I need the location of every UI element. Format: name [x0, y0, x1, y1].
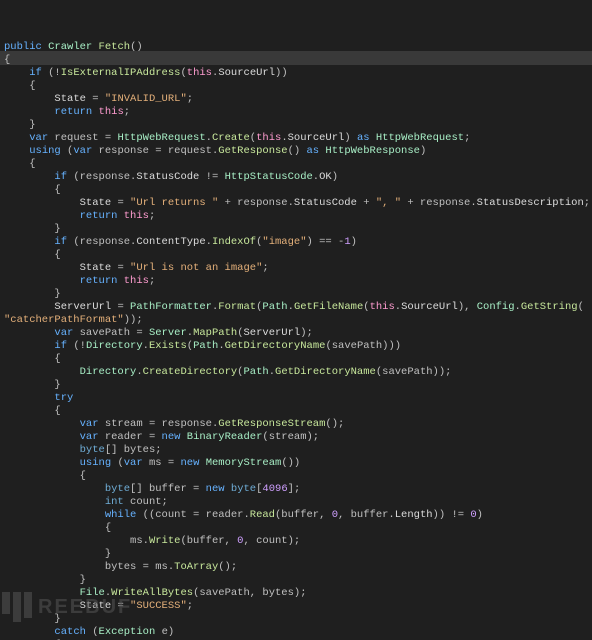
- code-line: return this;: [4, 210, 588, 223]
- code-line: var request = HttpWebRequest.Create(this…: [4, 132, 588, 145]
- code-line: var stream = response.GetResponseStream(…: [4, 418, 588, 431]
- code-line: }: [4, 119, 588, 132]
- code-line: if (!IsExternalIPAddress(this.SourceUrl)…: [4, 67, 588, 80]
- watermark-text: REEBUF: [38, 601, 132, 614]
- code-line: State = "Url returns " + response.Status…: [4, 197, 588, 210]
- code-line: using (var ms = new MemoryStream()): [4, 457, 588, 470]
- code-content: public Crawler Fetch(){ if (!IsExternalI…: [4, 41, 588, 640]
- code-line: {: [4, 158, 588, 171]
- code-line: {: [4, 249, 588, 262]
- code-line: return this;: [4, 106, 588, 119]
- code-line: }: [4, 548, 588, 561]
- code-line: if (response.ContentType.IndexOf("image"…: [4, 236, 588, 249]
- code-line: State = "INVALID_URL";: [4, 93, 588, 106]
- code-line: "catcherPathFormat"));: [4, 314, 588, 327]
- watermark-bars-icon: [2, 592, 32, 622]
- code-line: {: [4, 405, 588, 418]
- code-line: int count;: [4, 496, 588, 509]
- code-line: {: [4, 470, 588, 483]
- code-line: }: [4, 574, 588, 587]
- code-line: while ((count = reader.Read(buffer, 0, b…: [4, 509, 588, 522]
- code-line: catch (Exception e): [4, 626, 588, 639]
- code-line: byte[] bytes;: [4, 444, 588, 457]
- code-line: State = "Url is not an image";: [4, 262, 588, 275]
- code-line: var reader = new BinaryReader(stream);: [4, 431, 588, 444]
- code-line: try: [4, 392, 588, 405]
- code-line: {: [4, 80, 588, 93]
- code-line: {: [4, 353, 588, 366]
- code-line: Directory.CreateDirectory(Path.GetDirect…: [4, 366, 588, 379]
- code-line: }: [4, 288, 588, 301]
- code-line: bytes = ms.ToArray();: [4, 561, 588, 574]
- code-line: }: [4, 223, 588, 236]
- code-line: {: [4, 54, 588, 67]
- code-line: if (response.StatusCode != HttpStatusCod…: [4, 171, 588, 184]
- code-line: ServerUrl = PathFormatter.Format(Path.Ge…: [4, 301, 588, 314]
- code-line: return this;: [4, 275, 588, 288]
- code-line: if (!Directory.Exists(Path.GetDirectoryN…: [4, 340, 588, 353]
- code-line: {: [4, 184, 588, 197]
- code-line: }: [4, 379, 588, 392]
- code-line: {: [4, 522, 588, 535]
- code-line: using (var response = request.GetRespons…: [4, 145, 588, 158]
- code-line: ms.Write(buffer, 0, count);: [4, 535, 588, 548]
- code-line: public Crawler Fetch(): [4, 41, 588, 54]
- code-line: byte[] buffer = new byte[4096];: [4, 483, 588, 496]
- watermark: REEBUF: [2, 592, 132, 622]
- code-line: var savePath = Server.MapPath(ServerUrl)…: [4, 327, 588, 340]
- code-editor[interactable]: public Crawler Fetch(){ if (!IsExternalI…: [0, 0, 592, 640]
